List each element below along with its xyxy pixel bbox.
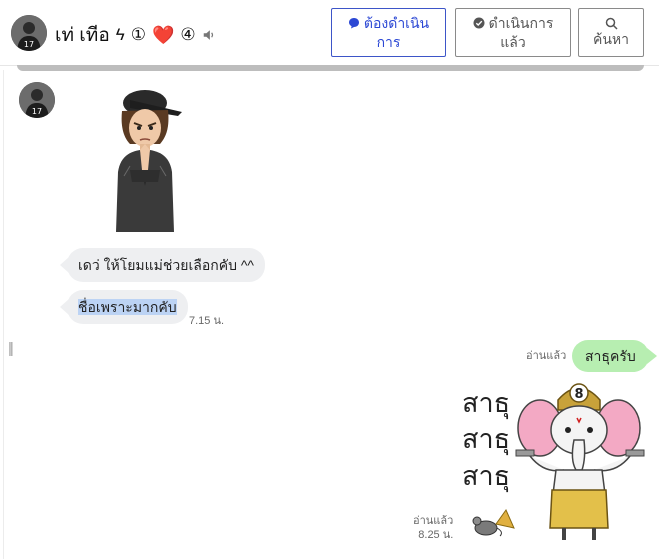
check-circle-icon [473,17,485,29]
svg-text:17: 17 [32,107,42,116]
contact-name-text: เท่ เทีอ [55,25,110,46]
message-time: 7.15 น. [189,315,225,327]
sticker-badge: 8 [574,387,583,402]
contact-avatar[interactable]: 17 [11,15,47,51]
read-receipt: อ่านแล้ว [526,350,567,362]
circled-four-glyph: ④ [180,25,196,44]
outgoing-message[interactable]: สาธุครับ [572,340,657,372]
praying-boy-sticker [116,90,182,232]
chat-bubble-icon [348,18,359,29]
sender-avatar[interactable]: 17 [19,82,55,118]
circled-one-glyph: ① [130,25,146,44]
divider [3,70,4,559]
incoming-message[interactable]: เดว่ ให้โยมแม่ช่วยเลือกคับ ^^ [60,248,265,282]
search-button[interactable]: ค้นหา [578,8,644,57]
chat-header: 17 เท่ เทีอ ϟ ① ❤️ ④ ต้องดำเนิน การ ดำเน… [0,0,659,66]
todo-button[interactable]: ต้องดำเนิน การ [331,8,446,57]
lightning-glyph: ϟ [115,25,125,44]
sticker-text-3: สาธุ [462,461,510,493]
done-label-line1: ดำเนินการ [488,14,554,31]
sticker-text-1: สาธุ [462,388,510,420]
heart-icon: ❤️ [151,24,175,45]
search-label: ค้นหา [592,30,630,47]
speaker-icon[interactable] [202,28,216,42]
incoming-message[interactable]: ชื่อเพราะมากคับ [60,290,188,324]
done-button[interactable]: ดำเนินการ แล้ว [455,8,571,57]
contact-name: เท่ เทีอ ϟ ① ❤️ ④ [55,20,216,50]
search-icon [605,17,618,30]
svg-text:17: 17 [24,40,34,49]
message-text: สาธุครับ [585,348,636,364]
ganesha-sathu-sticker: สาธุ สาธุ สาธุ 8 [462,383,645,540]
scroll-band [17,65,644,71]
done-label-line2: แล้ว [500,33,526,50]
message-time: 8.25 น. [418,529,454,541]
message-text: เดว่ ให้โยมแม่ช่วยเลือกคับ ^^ [78,257,254,273]
resize-handle-icon[interactable]: || [8,340,14,357]
todo-label-line1: ต้องดำเนิน [363,14,430,31]
read-receipt: อ่านแล้ว [413,515,454,527]
message-text-selected: ชื่อเพราะมากคับ [78,299,177,315]
todo-label-line2: การ [376,33,401,50]
sticker-status: อ่านแล้ว 8.25 น. [413,514,453,542]
sticker-text-2: สาธุ [462,424,510,456]
